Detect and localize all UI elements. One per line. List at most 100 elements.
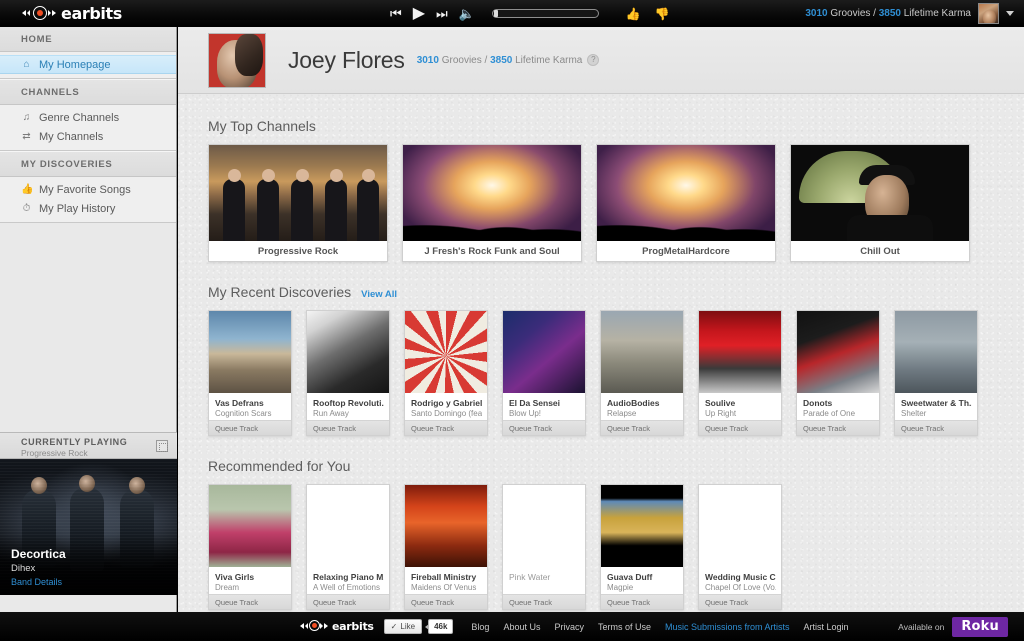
footer-link[interactable]: About Us bbox=[503, 622, 540, 632]
channel-artwork bbox=[403, 145, 581, 241]
seek-knob[interactable] bbox=[493, 10, 498, 17]
profile-avatar[interactable] bbox=[208, 32, 266, 88]
footer-brand[interactable]: earbits bbox=[300, 620, 374, 633]
tile-artist: Donots bbox=[803, 398, 833, 408]
queue-track-button[interactable]: Queue Track bbox=[601, 420, 683, 435]
top-right-area: 3010 Groovies / 3850 Lifetime Karma bbox=[805, 0, 1014, 27]
channel-label: Progressive Rock bbox=[257, 245, 339, 257]
user-avatar[interactable] bbox=[978, 3, 999, 24]
rating-controls: 👍 👎 bbox=[626, 7, 670, 21]
channel-card-chill-out[interactable]: Chill Out bbox=[790, 144, 970, 262]
footer-link[interactable]: Privacy bbox=[554, 622, 584, 632]
now-playing-artwork[interactable]: Decortica Dihex Band Details bbox=[0, 459, 177, 595]
channel-label: ProgMetalHardcore bbox=[642, 245, 730, 257]
discovery-tile[interactable]: Vas Defrans Cognition Scars Queue Track bbox=[208, 310, 292, 436]
recommended-row: Viva Girls Dream Queue Track Relaxing Piano… bbox=[208, 484, 1024, 610]
sidebar-item-label: My Play History bbox=[39, 202, 116, 215]
skip-previous-icon[interactable]: ⏮ bbox=[390, 7, 402, 20]
discovery-tile[interactable]: El Da Sensei Blow Up! Queue Track bbox=[502, 310, 586, 436]
queue-track-button[interactable]: Queue Track bbox=[307, 420, 389, 435]
tile-artist: AudioBodies bbox=[607, 398, 660, 408]
roku-badge[interactable]: Roku bbox=[952, 616, 1008, 637]
section-title-text: My Recent Discoveries bbox=[208, 284, 352, 300]
channel-artwork bbox=[597, 145, 775, 241]
discovery-tile[interactable]: Rooftop Revoluti... Run Away Queue Track bbox=[306, 310, 390, 436]
sidebar-item-my-homepage[interactable]: ⌂ My Homepage bbox=[0, 55, 176, 74]
discovery-tile[interactable]: Donots Parade of One Queue Track bbox=[796, 310, 880, 436]
queue-track-button[interactable]: Queue Track bbox=[503, 594, 585, 609]
tile-meta: Wedding Music C... Chapel Of Love (Vo... bbox=[699, 567, 781, 594]
now-playing-header: CURRENTLY PLAYING Progressive Rock bbox=[0, 432, 177, 459]
play-icon[interactable]: ▶ bbox=[413, 5, 425, 22]
queue-track-button[interactable]: Queue Track bbox=[601, 594, 683, 609]
tile-artist: Sweetwater & Th... bbox=[901, 398, 972, 408]
sidebar-item-my-channels[interactable]: ⇄ My Channels bbox=[0, 127, 176, 146]
top-bar: earbits ⏮ ▶ ⏭ 🔈 👍 👎 3010 Groovies / 3850… bbox=[0, 0, 1024, 27]
now-playing-song: Dihex bbox=[11, 563, 36, 574]
section-recommended: Recommended for You Viva Girls Dream Queue… bbox=[208, 458, 1024, 610]
page-title: Joey Flores bbox=[288, 46, 405, 73]
recommended-tile[interactable]: Wedding Music C... Chapel Of Love (Vo... Q… bbox=[698, 484, 782, 610]
view-all-link[interactable]: View All bbox=[361, 289, 397, 300]
sidebar-heading-home: HOME bbox=[0, 27, 176, 52]
lifetime-karma-count: 3850 bbox=[878, 8, 901, 19]
footer-link[interactable]: Terms of Use bbox=[598, 622, 651, 632]
sidebar-group-home: ⌂ My Homepage bbox=[0, 52, 176, 79]
recommended-tile[interactable]: Pink Water Queue Track bbox=[502, 484, 586, 610]
channel-card-progressive-rock[interactable]: Progressive Rock bbox=[208, 144, 388, 262]
queue-track-button[interactable]: Queue Track bbox=[307, 594, 389, 609]
discovery-tile[interactable]: Rodrigo y Gabriela Santo Domingo (fea... Q… bbox=[404, 310, 488, 436]
album-artwork bbox=[601, 485, 683, 567]
tile-track: Run Away bbox=[313, 409, 349, 418]
recommended-tile[interactable]: Fireball Ministry Maidens Of Venus Queue T… bbox=[404, 484, 488, 610]
tile-meta: Guava Duff Magpie bbox=[601, 567, 683, 594]
profile-groovies-label: Groovies bbox=[441, 54, 482, 66]
thumbs-down-icon[interactable]: 👎 bbox=[655, 7, 670, 21]
chevron-down-icon[interactable] bbox=[1006, 11, 1014, 16]
profile-header: Joey Flores 3010 Groovies / 3850 Lifetim… bbox=[178, 27, 1024, 94]
queue-track-button[interactable]: Queue Track bbox=[503, 420, 585, 435]
brand-logo[interactable]: earbits bbox=[22, 0, 122, 27]
queue-track-button[interactable]: Queue Track bbox=[699, 420, 781, 435]
now-playing-panel: CURRENTLY PLAYING Progressive Rock Decor… bbox=[0, 432, 177, 630]
recommended-tile[interactable]: Guava Duff Magpie Queue Track bbox=[600, 484, 684, 610]
recommended-tile[interactable]: Relaxing Piano M... A Well of Emotions Que… bbox=[306, 484, 390, 610]
profile-karma-count: 3850 bbox=[490, 54, 513, 66]
footer-links: Blog About Us Privacy Terms of Use Music Sub… bbox=[471, 622, 848, 632]
volume-icon[interactable]: 🔈 bbox=[459, 7, 475, 20]
channel-card-progmetalhardcore[interactable]: ProgMetalHardcore bbox=[596, 144, 776, 262]
like-button[interactable]: ✓ Like bbox=[383, 619, 423, 634]
profile-groovies-count: 3010 bbox=[416, 54, 439, 66]
expand-icon[interactable] bbox=[156, 440, 168, 452]
sidebar-heading-my-discoveries: MY DISCOVERIES bbox=[0, 151, 176, 177]
queue-track-button[interactable]: Queue Track bbox=[699, 594, 781, 609]
queue-track-button[interactable]: Queue Track bbox=[209, 594, 291, 609]
queue-track-button[interactable]: Queue Track bbox=[405, 594, 487, 609]
footer-link[interactable]: Music Submissions from Artists bbox=[665, 622, 790, 632]
album-artwork bbox=[601, 311, 683, 393]
footer-link[interactable]: Artist Login bbox=[804, 622, 849, 632]
help-icon[interactable]: ? bbox=[587, 54, 600, 66]
band-details-link[interactable]: Band Details bbox=[11, 577, 66, 587]
discovery-tile[interactable]: Sweetwater & Th... Shelter Queue Track bbox=[894, 310, 978, 436]
album-artwork bbox=[405, 485, 487, 567]
channel-card-j-fresh[interactable]: J Fresh's Rock Funk and Soul bbox=[402, 144, 582, 262]
recommended-tile[interactable]: Viva Girls Dream Queue Track bbox=[208, 484, 292, 610]
queue-track-button[interactable]: Queue Track bbox=[895, 420, 977, 435]
queue-track-button[interactable]: Queue Track bbox=[405, 420, 487, 435]
discovery-tile[interactable]: Soulive Up Right Queue Track bbox=[698, 310, 782, 436]
sidebar-item-my-favorite-songs[interactable]: 👍 My Favorite Songs bbox=[0, 180, 176, 199]
seek-slider[interactable] bbox=[491, 9, 599, 18]
skip-next-icon[interactable]: ⏭ bbox=[436, 7, 448, 20]
thumbs-up-icon[interactable]: 👍 bbox=[626, 7, 641, 21]
tile-track: Dream bbox=[215, 583, 240, 592]
discovery-tile[interactable]: AudioBodies Relapse Queue Track bbox=[600, 310, 684, 436]
sidebar-item-my-play-history[interactable]: ⏱ My Play History bbox=[0, 199, 176, 218]
footer-link[interactable]: Blog bbox=[471, 622, 489, 632]
queue-track-button[interactable]: Queue Track bbox=[797, 420, 879, 435]
now-playing-band: Decortica bbox=[11, 547, 66, 561]
section-title: My Recent Discoveries View All bbox=[208, 284, 1024, 300]
queue-track-button[interactable]: Queue Track bbox=[209, 420, 291, 435]
sidebar-item-genre-channels[interactable]: ♫ Genre Channels bbox=[0, 108, 176, 127]
tile-artist: Viva Girls bbox=[215, 572, 255, 582]
